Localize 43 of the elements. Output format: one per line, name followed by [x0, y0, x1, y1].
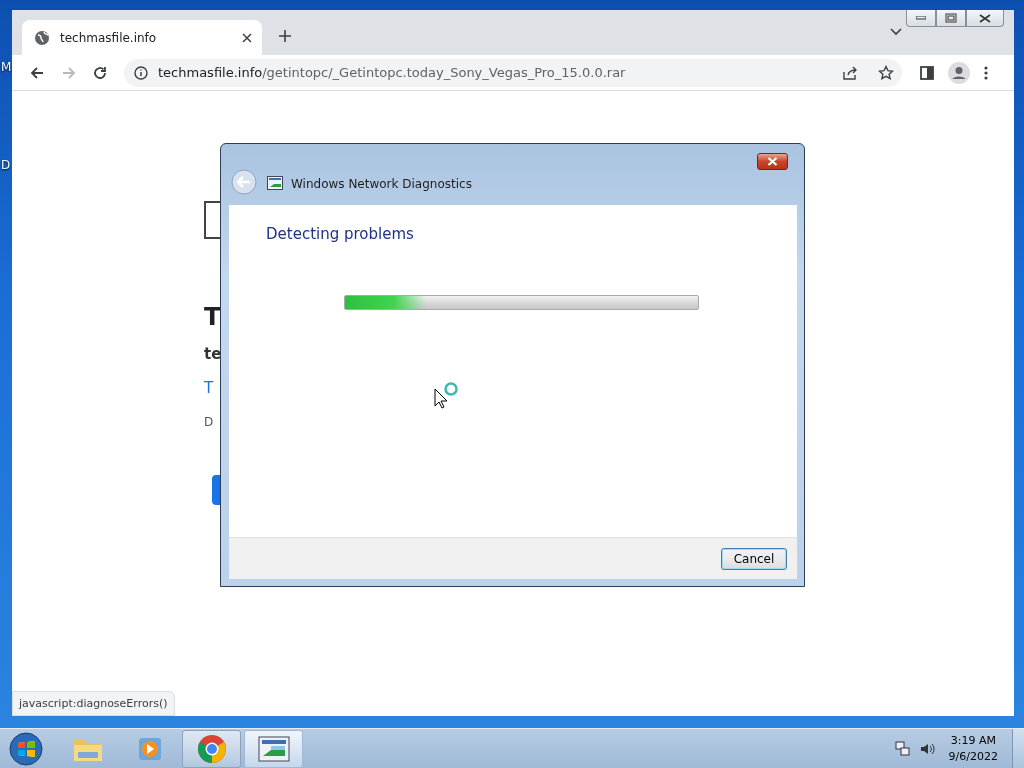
dialog-heading: Detecting problems	[266, 225, 415, 243]
page-text: D	[204, 415, 214, 429]
clock[interactable]: 3:19 AM 9/6/2022	[948, 734, 998, 763]
status-url: javascript:diagnoseErrors()	[12, 691, 175, 716]
url-text: techmasfile.info/getintopc/_Getintopc.today_Sony_Vegas_Pro_15.0.0.rar	[158, 65, 627, 80]
profile-icon[interactable]	[948, 61, 970, 84]
close-button[interactable]	[966, 10, 1004, 27]
star-icon[interactable]	[878, 64, 894, 81]
close-icon	[979, 13, 991, 23]
page-text: te	[204, 345, 222, 363]
taskbar-button[interactable]	[244, 729, 303, 768]
network-icon[interactable]	[894, 740, 911, 757]
minimize-icon	[916, 16, 926, 20]
globe-icon	[34, 29, 50, 46]
network-diagnostics-icon	[267, 176, 283, 190]
tab-title: techmasfile.info	[60, 30, 158, 45]
caret-icon[interactable]	[890, 28, 902, 36]
clock-date: 9/6/2022	[948, 750, 998, 763]
chrome-icon	[196, 733, 227, 764]
restore-icon	[945, 13, 957, 23]
page-text: T	[204, 303, 221, 331]
address-bar[interactable]: techmasfile.info/getintopc/_Getintopc.today_Sony_Vegas_Pro_15.0.0.rar	[124, 58, 902, 87]
side-panel-icon[interactable]	[920, 65, 934, 80]
close-button[interactable]	[757, 153, 788, 170]
clock-time: 3:19 AM	[950, 734, 996, 747]
show-desktop-button[interactable]	[1012, 728, 1024, 768]
dialog-title: Windows Network Diagnostics	[291, 177, 472, 191]
reload-icon	[92, 65, 108, 80]
cancel-button[interactable]: Cancel	[721, 547, 787, 570]
taskbar-button[interactable]	[182, 729, 241, 768]
close-icon	[767, 157, 778, 166]
info-icon	[134, 65, 148, 80]
share-icon[interactable]	[842, 65, 858, 80]
browser-tab[interactable]: techmasfile.info	[22, 20, 262, 55]
network-diagnostics-icon	[257, 735, 290, 762]
back-arrow-icon	[28, 65, 44, 80]
close-icon[interactable]	[242, 32, 252, 43]
forward-arrow-icon	[60, 65, 76, 80]
desktop-icon-label: M	[0, 60, 12, 74]
menu-icon[interactable]	[984, 65, 988, 80]
desktop-icon-label: D	[0, 158, 12, 172]
page-link[interactable]: T	[204, 379, 214, 397]
busy-cursor-icon	[434, 382, 460, 410]
